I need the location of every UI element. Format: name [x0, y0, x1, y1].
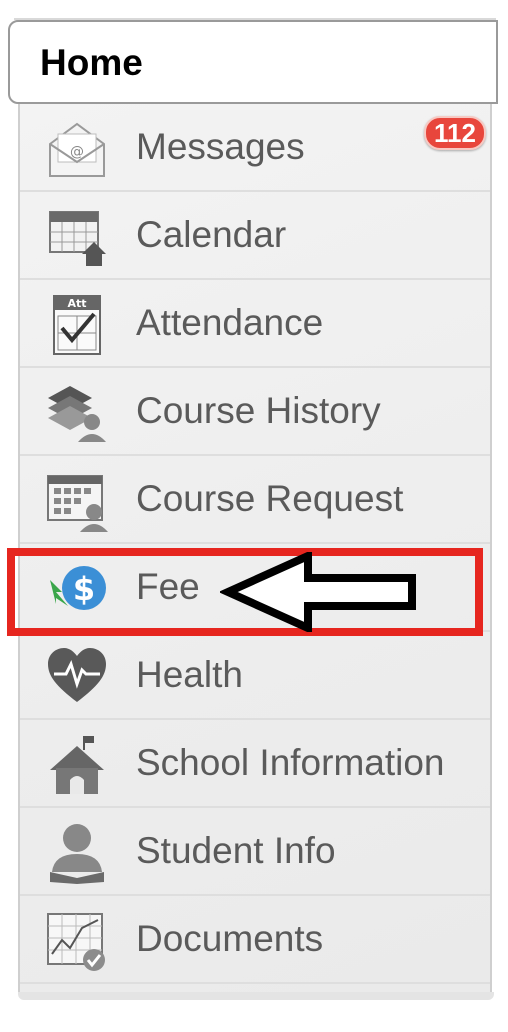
sidebar-item-course-request[interactable]: Course Request — [20, 456, 490, 544]
sidebar-item-health[interactable]: Health — [20, 632, 490, 720]
course-request-icon — [46, 470, 108, 532]
sidebar-item-calendar[interactable]: Calendar — [20, 192, 490, 280]
left-arrow-icon — [220, 552, 416, 632]
unread-count-badge: 112 — [424, 116, 486, 150]
sidebar-item-label: Attendance — [136, 302, 324, 343]
student-icon — [46, 822, 108, 884]
course-history-icon — [46, 382, 108, 444]
sidebar-item-label: Health — [136, 654, 243, 695]
school-icon — [46, 734, 108, 796]
sidebar-item-label: School Information — [136, 742, 445, 783]
health-heart-icon — [46, 646, 108, 708]
sidebar-item-messages[interactable]: @ Messages 112 — [20, 104, 490, 192]
sidebar-item-school-information[interactable]: School Information — [20, 720, 490, 808]
sidebar-item-label: Course History — [136, 390, 381, 431]
sidebar-item-attendance[interactable]: Att Attendance — [20, 280, 490, 368]
documents-icon — [46, 910, 108, 972]
sidebar-item-label: Calendar — [136, 214, 287, 255]
sidebar-menu-footer — [18, 992, 494, 1000]
sidebar-item-label: Messages — [136, 126, 305, 167]
svg-text:@: @ — [70, 144, 84, 160]
attendance-icon-text: Att — [67, 297, 86, 310]
home-header[interactable]: Home — [8, 20, 498, 104]
attendance-icon: Att — [46, 294, 108, 356]
sidebar-item-label: Course Request — [136, 478, 404, 519]
sidebar-item-documents[interactable]: Documents — [20, 896, 490, 984]
sidebar-item-label: Student Info — [136, 830, 336, 871]
home-title: Home — [40, 42, 143, 83]
envelope-icon: @ — [46, 118, 108, 180]
calendar-icon — [46, 206, 108, 268]
sidebar-item-student-info[interactable]: Student Info — [20, 808, 490, 896]
sidebar-item-label: Documents — [136, 918, 324, 959]
sidebar-item-course-history[interactable]: Course History — [20, 368, 490, 456]
